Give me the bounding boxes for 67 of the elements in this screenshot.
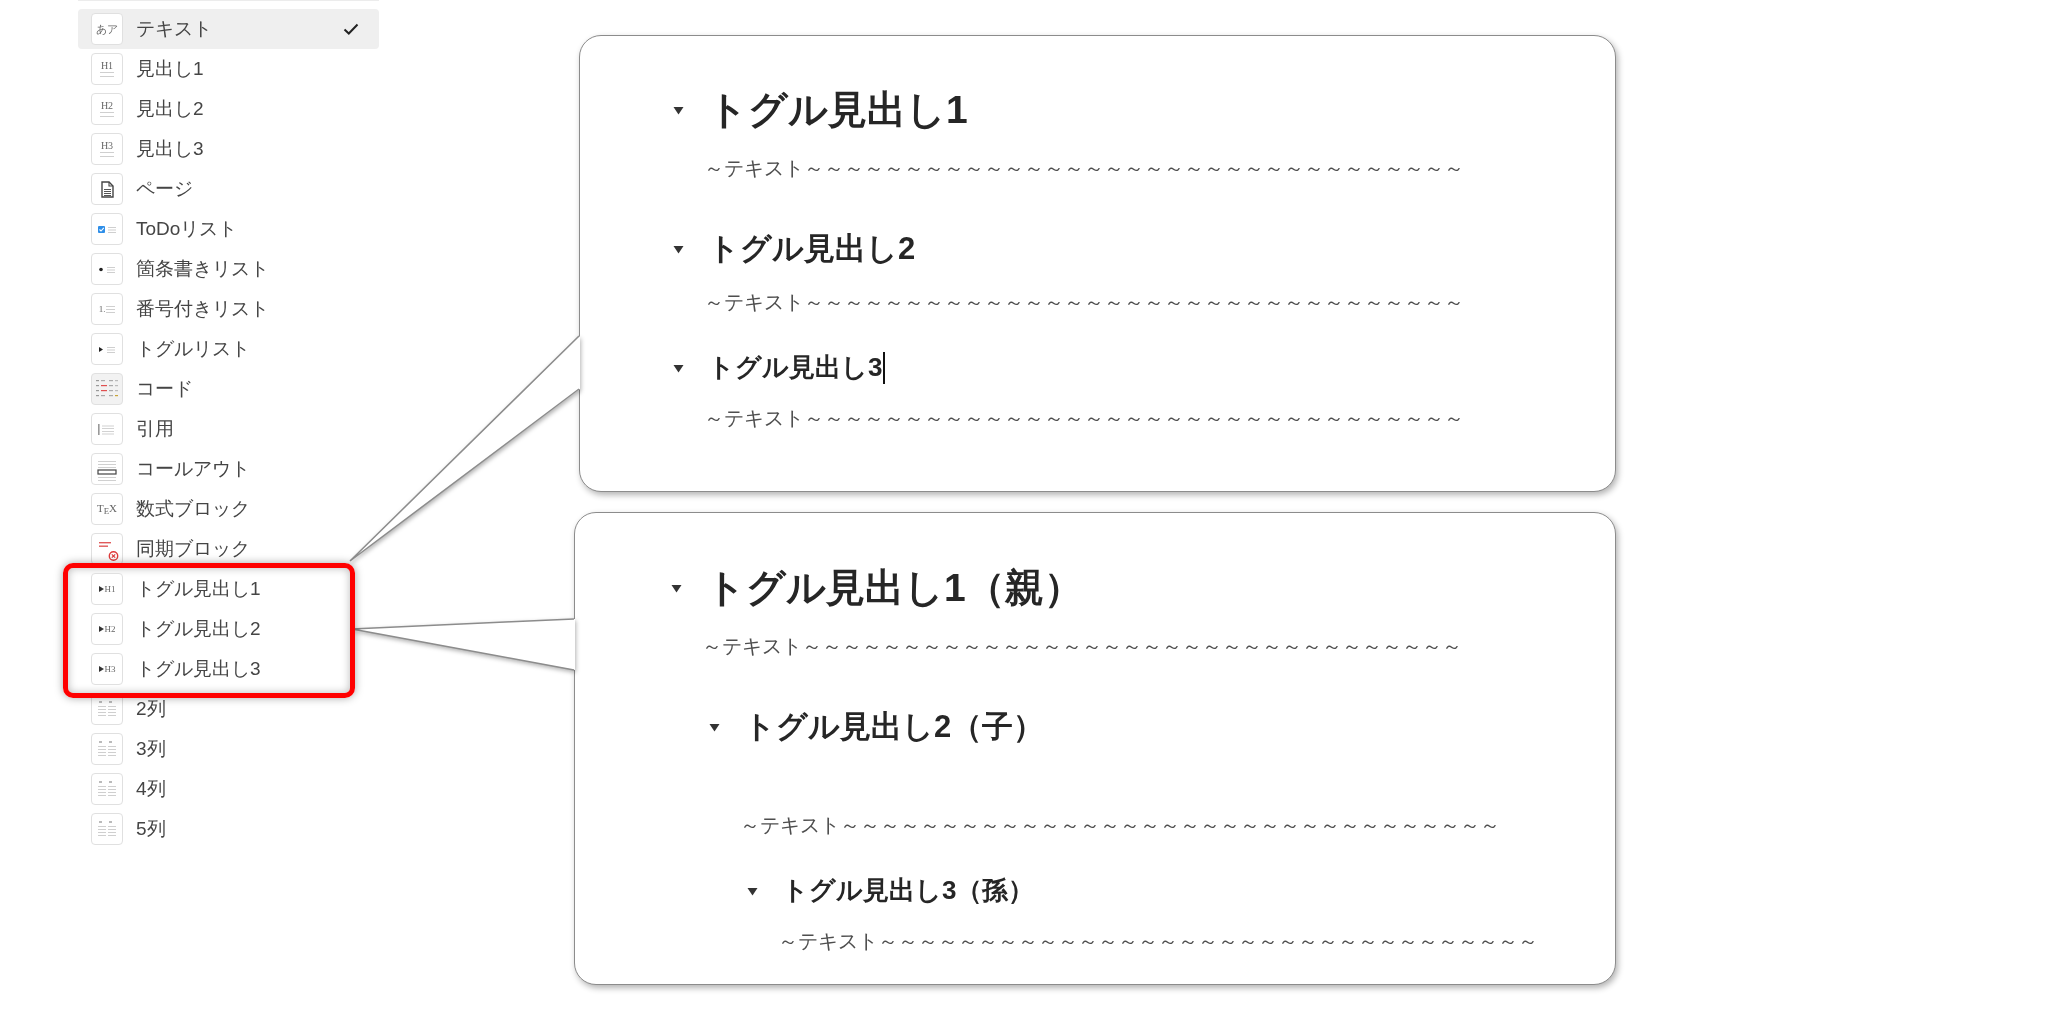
heading-text: トグル見出し1 [708, 86, 968, 133]
text-lines-icon [106, 305, 116, 313]
text-lines-icon [100, 72, 114, 77]
icon-letters: H3 [104, 664, 116, 674]
menu-item[interactable]: 引用 [78, 409, 379, 449]
menu-item[interactable]: 5列 [78, 809, 379, 849]
text-lines-icon [100, 152, 114, 157]
menu-item[interactable]: 同期ブロック [78, 529, 379, 569]
menu-item[interactable]: 1. 番号付きリスト [78, 289, 379, 329]
icon-letters: H1 [104, 584, 116, 594]
toggle-triangle-icon[interactable] [746, 885, 758, 897]
toggle-triangle-icon[interactable] [672, 104, 684, 116]
triangle-icon [98, 666, 104, 672]
checkmark-icon [343, 23, 359, 35]
text-lines-icon [100, 112, 114, 117]
heading-text: トグル見出し2（子） [744, 708, 1045, 746]
icon-letters: あア [96, 23, 118, 35]
synced-block-icon [91, 533, 123, 565]
heading-text: トグル見出し3（孫） [782, 875, 1035, 907]
toggle-triangle-icon[interactable] [708, 721, 720, 733]
bullet-list-icon [91, 253, 123, 285]
heading-text: トグル見出し2 [708, 230, 916, 268]
toggle-triangle-icon[interactable] [672, 243, 684, 255]
callout-icon [91, 453, 123, 485]
heading-text: トグル見出し3 [708, 352, 883, 384]
menu-item[interactable]: H1 見出し1 [78, 49, 379, 89]
columns-icon [91, 733, 123, 765]
menu-item[interactable]: H2 見出し2 [78, 89, 379, 129]
menu-item[interactable]: トグルリスト [78, 329, 379, 369]
menu-item[interactable]: コールアウト [78, 449, 379, 489]
menu-item[interactable]: 2列 [78, 689, 379, 729]
toggle-triangle-icon[interactable] [672, 362, 684, 374]
menu-item[interactable]: あア テキスト [78, 9, 379, 49]
menu-item[interactable]: H3 見出し3 [78, 129, 379, 169]
menu-item[interactable]: 箇条書きリスト [78, 249, 379, 289]
menu-item[interactable]: 3列 [78, 729, 379, 769]
menu-item[interactable]: コード [78, 369, 379, 409]
icon-letters: H2 [104, 624, 116, 634]
menu-item[interactable]: ToDoリスト [78, 209, 379, 249]
body-text: ～テキスト～～～～～～～～～～～～～～～～～～～～～～～～～～～～～～～～～ [704, 406, 1464, 431]
code-icon [91, 373, 123, 405]
menu-item[interactable]: H1 トグル見出し1 [78, 569, 350, 609]
checkbox-list-icon [91, 213, 123, 245]
icon-letters: T$_{E}$X [96, 502, 118, 516]
menu-item[interactable]: 4列 [78, 769, 379, 809]
heading-text: トグル見出し1（親） [706, 564, 1083, 611]
icon-letters: 1. [98, 304, 106, 314]
quote-icon [91, 413, 123, 445]
triangle-icon [98, 626, 104, 632]
triangle-icon [98, 586, 104, 592]
icon-letters: H2 [100, 101, 114, 111]
body-text: ～テキスト～～～～～～～～～～～～～～～～～～～～～～～～～～～～～～～～～ [704, 156, 1464, 181]
icon-letters: H3 [100, 141, 114, 151]
document-icon [91, 173, 123, 205]
body-text: ～テキスト～～～～～～～～～～～～～～～～～～～～～～～～～～～～～～～～～ [702, 634, 1462, 659]
body-text: ～テキスト～～～～～～～～～～～～～～～～～～～～～～～～～～～～～～～～～ [778, 929, 1538, 954]
toggle-list-icon [91, 333, 123, 365]
body-text: ～テキスト～～～～～～～～～～～～～～～～～～～～～～～～～～～～～～～～～ [740, 813, 1500, 838]
menu-item[interactable]: H3 トグル見出し3 [78, 649, 350, 689]
body-text: ～テキスト～～～～～～～～～～～～～～～～～～～～～～～～～～～～～～～～～ [704, 290, 1464, 315]
toggle-triangle-icon[interactable] [670, 582, 682, 594]
menu-item[interactable]: ページ [78, 169, 379, 209]
columns-icon [91, 773, 123, 805]
menu-item[interactable]: H2 トグル見出し2 [78, 609, 350, 649]
columns-icon [91, 813, 123, 845]
menu-item[interactable]: T$_{E}$X 数式ブロック [78, 489, 379, 529]
icon-letters: H1 [100, 61, 114, 71]
